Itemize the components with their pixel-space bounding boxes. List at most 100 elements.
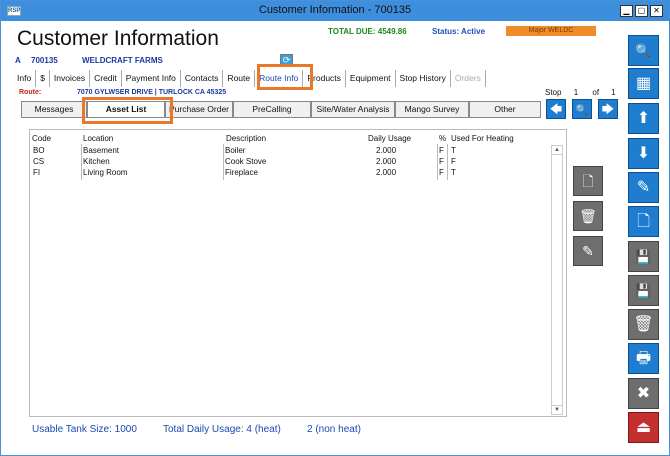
cell-heating: F	[451, 157, 456, 166]
route-label: Route:	[19, 89, 42, 96]
cancel-button[interactable]: ✖	[628, 378, 659, 409]
close-button[interactable]: ✕	[650, 5, 663, 17]
arrow-up-icon: ⬆	[636, 110, 651, 127]
route-address: 7070 GYLWSER DRIVE | TURLOCK CA 45325	[77, 89, 227, 96]
delete-button[interactable]: 🗑	[628, 309, 659, 340]
tab-payment-info[interactable]: Payment Info	[122, 70, 181, 87]
x-icon: ✖	[636, 385, 651, 402]
cell-code: CS	[33, 157, 45, 166]
tab-credit[interactable]: Credit	[90, 70, 122, 87]
add-asset-button[interactable]: 🗋	[573, 166, 603, 196]
customer-information-window: RSP Customer Information - 700135 ▁ ▢ ✕ …	[0, 0, 670, 456]
column-header-daily-usage[interactable]: Daily Usage	[368, 134, 411, 143]
tab-invoices[interactable]: Invoices	[50, 70, 91, 87]
tab-mango-survey[interactable]: Mango Survey	[395, 101, 469, 118]
tab-dollar[interactable]: $	[36, 70, 50, 87]
asset-list-highlight	[82, 97, 173, 124]
new-record-button[interactable]: 🗋	[628, 206, 659, 237]
move-up-button[interactable]: ⬆	[628, 103, 659, 134]
stop-total: 1	[611, 88, 616, 97]
arrow-right-icon: 🡆	[601, 102, 615, 116]
tab-purchase-order[interactable]: Purchase Order	[165, 101, 233, 118]
save-button[interactable]: 💾	[628, 275, 659, 306]
grid-icon: ▦	[635, 75, 652, 92]
customer-prefix: A	[15, 56, 21, 65]
previous-stop-button[interactable]: 🡄	[546, 99, 566, 119]
customer-name: WELDCRAFT FARMS	[81, 56, 163, 65]
tab-other[interactable]: Other	[469, 101, 541, 118]
cell-percent: F	[439, 168, 444, 177]
page-title: Customer Information	[17, 27, 219, 50]
table-row[interactable]: BO Basement Boiler 2.000 F T	[31, 146, 551, 156]
route-info-highlight	[257, 64, 313, 90]
trash-icon: 🗑	[633, 316, 654, 333]
cell-percent: F	[439, 146, 444, 155]
scroll-up-icon[interactable]: ▲	[552, 146, 562, 155]
column-header-location[interactable]: Location	[83, 134, 113, 143]
pencil-icon: ✎	[582, 243, 594, 259]
delete-asset-button[interactable]: 🗑	[573, 201, 603, 231]
tab-route[interactable]: Route	[223, 70, 256, 87]
stop-current: 1	[573, 88, 579, 97]
cell-location: Kitchen	[83, 157, 110, 166]
tab-equipment[interactable]: Equipment	[346, 70, 396, 87]
cell-location: Basement	[83, 146, 120, 155]
scroll-down-icon[interactable]: ▼	[552, 405, 562, 414]
status-text: Status: Active	[432, 27, 486, 36]
tab-site-water-analysis[interactable]: Site/Water Analysis	[311, 101, 395, 118]
exit-button[interactable]: ⏏	[628, 412, 659, 443]
tab-orders[interactable]: Orders	[451, 70, 486, 87]
edit-asset-button[interactable]: ✎	[573, 236, 603, 266]
grid-view-button[interactable]: ▦	[628, 68, 659, 99]
tab-precalling[interactable]: PreCalling	[233, 101, 311, 118]
column-header-percent[interactable]: %	[439, 134, 446, 143]
major-badge: Major WELDC	[506, 26, 596, 36]
print-button[interactable]: 🖶	[628, 343, 659, 374]
arrow-left-icon: 🡄	[549, 102, 563, 116]
stop-label: Stop	[545, 88, 562, 97]
save-new-button[interactable]: 💾	[628, 241, 659, 272]
table-scrollbar[interactable]: ▲ ▼	[551, 145, 563, 415]
total-daily-usage: Total Daily Usage: 4 (heat)	[163, 424, 281, 435]
column-header-description[interactable]: Description	[226, 134, 266, 143]
cell-daily-usage: 2.000	[376, 168, 397, 177]
window-title: Customer Information - 700135	[258, 4, 412, 16]
cell-location: Living Room	[83, 168, 128, 177]
table-row[interactable]: CS Kitchen Cook Stove 2.000 F F	[31, 157, 551, 167]
tab-info[interactable]: Info	[13, 70, 37, 87]
cell-description: Boiler	[225, 146, 246, 155]
total-due: TOTAL DUE: 4549.86	[328, 27, 407, 36]
column-header-code[interactable]: Code	[32, 134, 51, 143]
cell-heating: T	[451, 146, 456, 155]
edit-button[interactable]: ✎	[628, 172, 659, 203]
stop-indicator: Stop 1 of 1	[545, 88, 616, 97]
title-bar: RSP Customer Information - 700135 ▁ ▢ ✕	[1, 1, 669, 21]
cell-daily-usage: 2.000	[376, 157, 397, 166]
tab-contacts[interactable]: Contacts	[181, 70, 224, 87]
primary-tabs: Info $ Invoices Credit Payment Info Cont…	[13, 70, 486, 87]
stop-of: of	[592, 88, 600, 97]
exit-door-icon: ⏏	[635, 419, 652, 436]
cell-code: FI	[33, 168, 41, 177]
printer-icon: 🖶	[635, 350, 652, 367]
new-document-icon: 🗋	[582, 173, 594, 189]
save-icon: 💾	[635, 283, 652, 298]
restore-button[interactable]: ▢	[635, 5, 648, 17]
customer-line: A 700135 WELDCRAFT FARMS	[15, 56, 171, 65]
tab-stop-history[interactable]: Stop History	[396, 70, 451, 87]
next-stop-button[interactable]: 🡆	[598, 99, 618, 119]
pencil-icon: ✎	[636, 179, 651, 196]
save-plus-icon: 💾	[635, 249, 652, 264]
move-down-button[interactable]: ⬇	[628, 138, 659, 169]
search-icon: 🔍	[575, 105, 589, 116]
search-button[interactable]: 🔍	[628, 35, 659, 66]
find-stop-button[interactable]: 🔍	[572, 99, 592, 119]
column-header-used-for-heating[interactable]: Used For Heating	[451, 134, 514, 143]
usable-tank-size: Usable Tank Size: 1000	[32, 424, 137, 435]
tab-messages[interactable]: Messages	[21, 101, 87, 118]
trash-icon: 🗑	[579, 208, 597, 224]
cell-percent: F	[439, 157, 444, 166]
minimize-button[interactable]: ▁	[620, 5, 633, 17]
cell-description: Fireplace	[225, 168, 258, 177]
table-row[interactable]: FI Living Room Fireplace 2.000 F T	[31, 168, 551, 178]
